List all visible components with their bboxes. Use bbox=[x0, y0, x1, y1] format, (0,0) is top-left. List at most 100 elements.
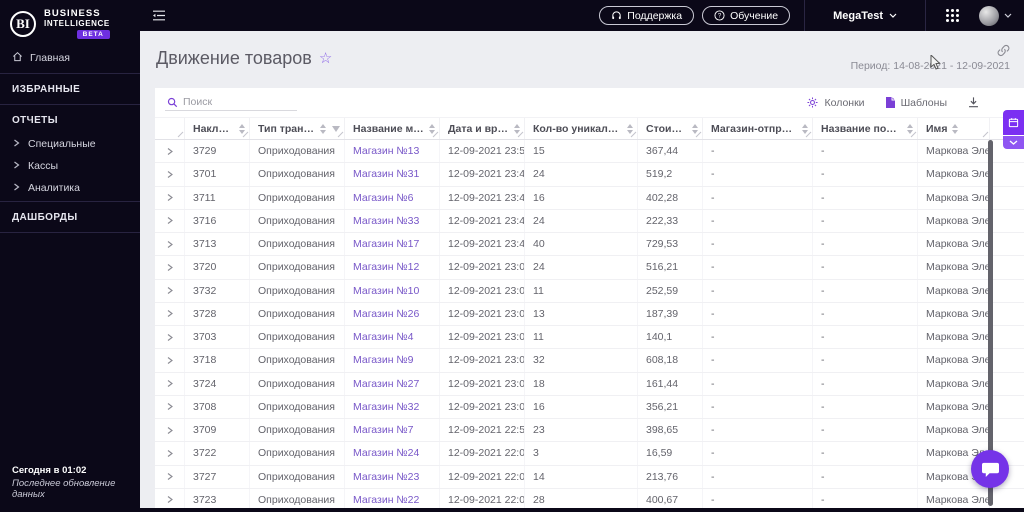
sidebar-section-reports[interactable]: ОТЧЕТЫ bbox=[0, 107, 140, 133]
cell-shop[interactable]: Магазин №4 bbox=[345, 326, 440, 349]
cell-shop[interactable]: Магазин №12 bbox=[345, 256, 440, 279]
cell-shop[interactable]: Магазин №6 bbox=[345, 186, 440, 209]
search-input[interactable] bbox=[183, 96, 295, 108]
cell-shop[interactable]: Магазин №24 bbox=[345, 442, 440, 465]
column-header-shop[interactable]: Название магазина bbox=[345, 118, 440, 139]
cell-shop[interactable]: Магазин №31 bbox=[345, 163, 440, 186]
row-expander-icon[interactable] bbox=[155, 465, 185, 488]
column-header-sender[interactable]: Магазин-отправитель bbox=[703, 118, 813, 139]
chevron-right-icon bbox=[13, 138, 20, 150]
shop-link[interactable]: Магазин №9 bbox=[353, 354, 414, 366]
row-expander-icon[interactable] bbox=[155, 442, 185, 465]
column-header-name[interactable]: Имя bbox=[918, 118, 990, 139]
logo[interactable]: BI BUSINESS INTELLIGENCE BETA bbox=[0, 0, 140, 45]
shop-link[interactable]: Магазин №27 bbox=[353, 378, 419, 390]
user-menu[interactable] bbox=[979, 5, 1012, 26]
shop-link[interactable]: Магазин №4 bbox=[353, 331, 414, 343]
cell-sku: 3 bbox=[525, 442, 638, 465]
sidebar-item-cashdesks[interactable]: Кассы bbox=[0, 155, 140, 177]
row-expander-icon[interactable] bbox=[155, 302, 185, 325]
download-icon[interactable] bbox=[967, 96, 980, 109]
sidebar-section-dashboards[interactable]: ДАШБОРДЫ bbox=[0, 204, 140, 230]
cell-type: Оприходования bbox=[250, 419, 345, 442]
templates-button[interactable]: Шаблоны bbox=[885, 96, 947, 109]
column-header-datetime[interactable]: Дата и время bbox=[440, 118, 525, 139]
sort-icon[interactable] bbox=[429, 123, 435, 134]
sort-icon[interactable] bbox=[627, 123, 633, 134]
cell-shop[interactable]: Магазин №10 bbox=[345, 279, 440, 302]
flyout-panel-button[interactable] bbox=[1003, 110, 1024, 135]
row-expander-icon[interactable] bbox=[155, 326, 185, 349]
table-row: 3708 Оприходования Магазин №32 12-09-2021 2… bbox=[155, 395, 1024, 419]
shop-link[interactable]: Магазин №24 bbox=[353, 447, 419, 459]
training-button[interactable]: ? Обучение bbox=[702, 6, 791, 25]
cell-shop[interactable]: Магазин №22 bbox=[345, 488, 440, 508]
row-expander-icon[interactable] bbox=[155, 209, 185, 232]
shop-link[interactable]: Магазин №7 bbox=[353, 424, 414, 436]
filter-icon[interactable] bbox=[332, 125, 340, 132]
shop-link[interactable]: Магазин №13 bbox=[353, 145, 419, 157]
cell-name: Маркова Элеонора Х bbox=[918, 186, 990, 209]
row-expander-icon[interactable] bbox=[155, 395, 185, 418]
cell-shop[interactable]: Магазин №9 bbox=[345, 349, 440, 372]
shop-link[interactable]: Магазин №23 bbox=[353, 471, 419, 483]
workspace-selector[interactable]: MegaTest bbox=[819, 10, 911, 22]
chat-button[interactable] bbox=[971, 450, 1009, 488]
sort-icon[interactable] bbox=[692, 123, 698, 134]
column-header-supplier[interactable]: Название поставщика bbox=[813, 118, 918, 139]
shop-link[interactable]: Магазин №10 bbox=[353, 285, 419, 297]
sort-icon[interactable] bbox=[320, 123, 326, 134]
sort-icon[interactable] bbox=[907, 123, 913, 134]
cell-shop[interactable]: Магазин №13 bbox=[345, 140, 440, 163]
cell-shop[interactable]: Магазин №33 bbox=[345, 209, 440, 232]
cell-shop[interactable]: Магазин №7 bbox=[345, 419, 440, 442]
shop-link[interactable]: Магазин №22 bbox=[353, 494, 419, 506]
cell-sender: - bbox=[703, 233, 813, 256]
row-expander-icon[interactable] bbox=[155, 140, 185, 163]
cell-shop[interactable]: Магазин №27 bbox=[345, 372, 440, 395]
shop-link[interactable]: Магазин №6 bbox=[353, 192, 414, 204]
shop-link[interactable]: Магазин №26 bbox=[353, 308, 419, 320]
row-expander-icon[interactable] bbox=[155, 163, 185, 186]
cell-shop[interactable]: Магазин №32 bbox=[345, 395, 440, 418]
row-expander-icon[interactable] bbox=[155, 256, 185, 279]
column-header-cost[interactable]: Стоимость bbox=[638, 118, 703, 139]
columns-button[interactable]: Колонки bbox=[806, 96, 865, 109]
cell-shop[interactable]: Магазин №26 bbox=[345, 302, 440, 325]
sidebar-item-home[interactable]: Главная bbox=[0, 45, 140, 71]
sort-icon[interactable] bbox=[239, 123, 245, 134]
row-expander-icon[interactable] bbox=[155, 233, 185, 256]
search-box[interactable] bbox=[165, 94, 297, 111]
row-expander-icon[interactable] bbox=[155, 488, 185, 508]
sort-icon[interactable] bbox=[802, 123, 808, 134]
shop-link[interactable]: Магазин №33 bbox=[353, 215, 419, 227]
cell-datetime: 12-09-2021 22:05:27 bbox=[440, 465, 525, 488]
menu-fold-icon[interactable] bbox=[152, 9, 166, 22]
favorite-star-icon[interactable]: ☆ bbox=[319, 49, 332, 67]
flyout-collapse-button[interactable] bbox=[1003, 136, 1024, 149]
shop-link[interactable]: Магазин №31 bbox=[353, 168, 419, 180]
shop-link[interactable]: Магазин №17 bbox=[353, 238, 419, 250]
cell-shop[interactable]: Магазин №23 bbox=[345, 465, 440, 488]
sidebar-item-analytics[interactable]: Аналитика bbox=[0, 177, 140, 199]
sort-icon[interactable] bbox=[952, 123, 959, 134]
apps-grid-icon[interactable] bbox=[940, 9, 965, 22]
row-expander-icon[interactable] bbox=[155, 279, 185, 302]
row-expander-icon[interactable] bbox=[155, 419, 185, 442]
cell-shop[interactable]: Магазин №17 bbox=[345, 233, 440, 256]
sidebar-section-favorites[interactable]: ИЗБРАННЫЕ bbox=[0, 76, 140, 102]
column-header-sku[interactable]: Кол-во уникальных SKU bbox=[525, 118, 638, 139]
row-expander-icon[interactable] bbox=[155, 186, 185, 209]
column-header-invoice[interactable]: Накладная bbox=[185, 118, 250, 139]
row-expander-icon[interactable] bbox=[155, 372, 185, 395]
shop-link[interactable]: Магазин №32 bbox=[353, 401, 419, 413]
table-row: 3728 Оприходования Магазин №26 12-09-2021 2… bbox=[155, 302, 1024, 326]
share-link-icon[interactable] bbox=[997, 44, 1010, 57]
column-header-type[interactable]: Тип транзакции bbox=[250, 118, 345, 139]
cell-supplier: - bbox=[813, 442, 918, 465]
shop-link[interactable]: Магазин №12 bbox=[353, 261, 419, 273]
sidebar-item-special[interactable]: Специальные bbox=[0, 133, 140, 155]
row-expander-icon[interactable] bbox=[155, 349, 185, 372]
sort-icon[interactable] bbox=[514, 123, 520, 134]
support-button[interactable]: Поддержка bbox=[599, 6, 695, 25]
